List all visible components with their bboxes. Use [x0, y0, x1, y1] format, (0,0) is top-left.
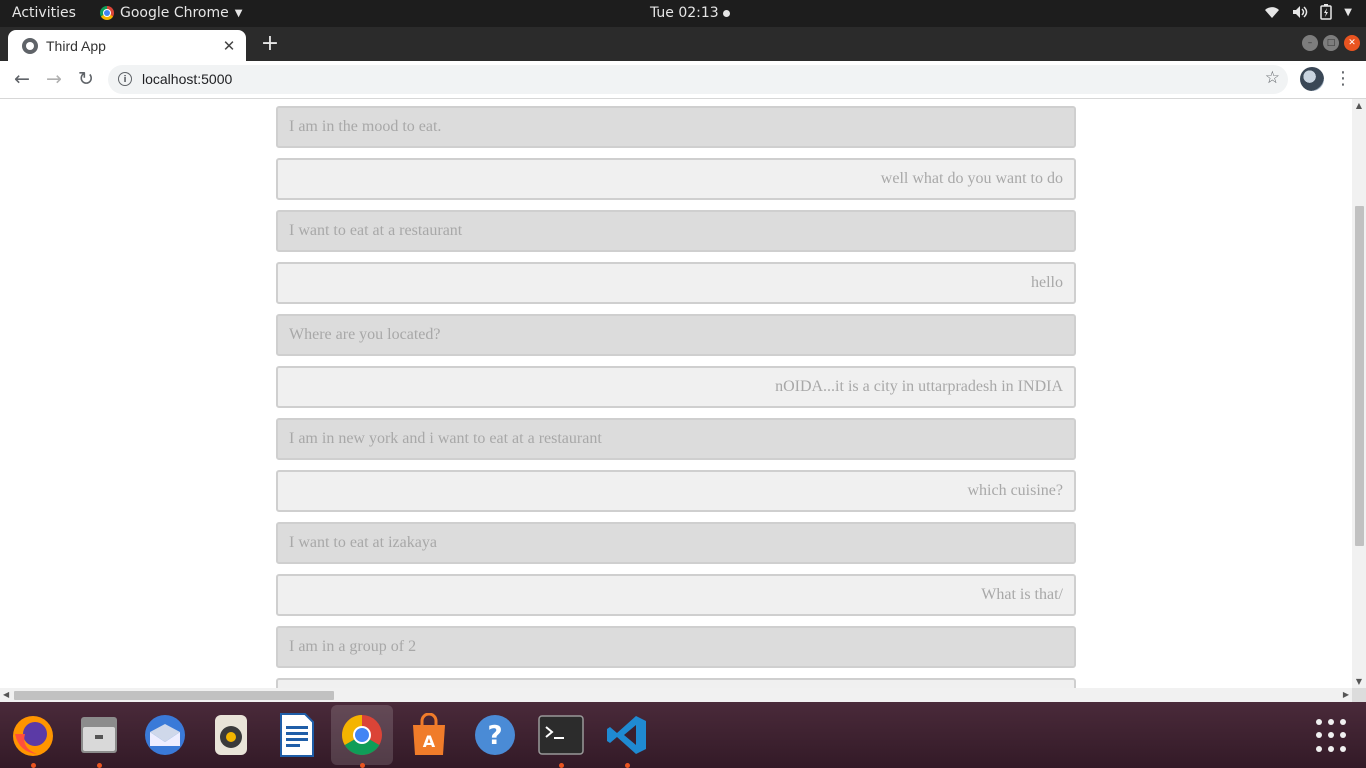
bot-message: well what do you want to do — [276, 158, 1076, 200]
running-indicator — [625, 763, 630, 768]
dock-terminal[interactable] — [537, 711, 585, 768]
user-message: Where are you located? — [276, 314, 1076, 356]
activities-button[interactable]: Activities — [12, 5, 76, 21]
files-icon — [81, 717, 117, 753]
url-text: localhost:5000 — [142, 71, 233, 87]
scroll-up-icon[interactable]: ▲ — [1352, 101, 1366, 110]
running-indicator — [31, 763, 36, 768]
page-content: I am in the mood to eat. well what do you… — [0, 99, 1352, 688]
reload-button[interactable]: ↻ — [74, 67, 98, 91]
dock-libreoffice-writer[interactable] — [273, 711, 321, 759]
info-icon[interactable]: i — [118, 72, 132, 86]
more-menu-icon[interactable]: ⋮ — [1334, 67, 1352, 91]
libreoffice-writer-icon — [280, 713, 314, 757]
chrome-icon — [342, 715, 382, 755]
tab-third-app[interactable]: Third App ✕ — [8, 30, 246, 61]
maximize-button[interactable]: □ — [1323, 35, 1339, 51]
battery-icon — [1320, 4, 1333, 20]
thunderbird-icon — [145, 715, 185, 755]
new-tab-button[interactable]: + — [258, 30, 282, 58]
svg-text:?: ? — [487, 721, 502, 751]
tab-title: Third App — [46, 37, 106, 54]
user-message: I am in the mood to eat. — [276, 106, 1076, 148]
dock-files[interactable] — [75, 711, 123, 768]
dock: A ? — [0, 702, 1366, 768]
notification-dot-icon — [722, 9, 730, 17]
window-controls: – □ ✕ — [1302, 35, 1360, 51]
bot-message: hello — [276, 262, 1076, 304]
volume-icon — [1293, 6, 1308, 18]
running-indicator — [97, 763, 102, 768]
app-menu[interactable]: Google Chrome ▼ — [100, 5, 242, 21]
dock-vscode[interactable] — [603, 711, 651, 768]
firefox-icon — [13, 716, 53, 756]
dock-help[interactable]: ? — [471, 711, 519, 759]
gnome-top-bar: Activities Google Chrome ▼ Tue 02:13 ▼ — [0, 0, 1366, 27]
back-button[interactable]: ← — [10, 67, 34, 91]
vertical-scroll-thumb[interactable] — [1355, 206, 1364, 546]
dock-software-center[interactable]: A — [405, 711, 453, 759]
vertical-scrollbar[interactable]: ▲ ▼ — [1352, 99, 1366, 688]
scroll-right-icon[interactable]: ▶ — [1343, 688, 1349, 702]
user-message: I am in a group of 2 — [276, 626, 1076, 668]
scroll-left-icon[interactable]: ◀ — [3, 688, 9, 702]
svg-text:A: A — [423, 732, 436, 751]
clock[interactable]: Tue 02:13 — [650, 5, 730, 21]
user-message: I want to eat at a restaurant — [276, 210, 1076, 252]
vscode-icon — [607, 716, 646, 754]
dock-thunderbird[interactable] — [141, 711, 189, 759]
wifi-icon — [1265, 7, 1280, 18]
close-tab-icon[interactable]: ✕ — [220, 37, 238, 55]
system-menu-chevron-icon: ▼ — [1344, 6, 1352, 18]
dock-chrome[interactable] — [331, 705, 393, 768]
profile-avatar[interactable] — [1300, 67, 1324, 91]
chrome-icon — [100, 6, 114, 20]
minimize-button[interactable]: – — [1302, 35, 1318, 51]
horizontal-scroll-thumb[interactable] — [14, 691, 334, 700]
address-bar[interactable]: i localhost:5000 ☆ — [108, 65, 1288, 94]
bot-message: which cuisine? — [276, 470, 1076, 512]
user-message: I am in new york and i want to eat at a … — [276, 418, 1076, 460]
running-indicator — [559, 763, 564, 768]
browser-toolbar: ← → ↻ i localhost:5000 ☆ ⋮ — [0, 61, 1366, 99]
show-applications-button[interactable] — [1316, 719, 1350, 753]
globe-icon — [22, 37, 38, 54]
scroll-down-icon[interactable]: ▼ — [1352, 677, 1366, 686]
forward-button[interactable]: → — [42, 67, 66, 91]
running-indicator — [360, 763, 365, 768]
bot-message: What is that/ — [276, 574, 1076, 616]
dock-rhythmbox[interactable] — [207, 711, 255, 759]
bookmark-star-icon[interactable]: ☆ — [1265, 68, 1280, 88]
bot-message: nOIDA...it is a city in uttarpradesh in … — [276, 366, 1076, 408]
help-icon: ? — [475, 715, 515, 755]
bot-message — [276, 678, 1076, 688]
close-window-button[interactable]: ✕ — [1344, 35, 1360, 51]
user-message: I want to eat at izakaya — [276, 522, 1076, 564]
chevron-down-icon: ▼ — [234, 7, 243, 19]
scrollbar-corner — [1352, 688, 1366, 702]
software-center-icon: A — [413, 713, 445, 755]
horizontal-scrollbar[interactable]: ◀ ▶ — [0, 688, 1352, 702]
rhythmbox-icon — [215, 715, 247, 755]
clock-label: Tue 02:13 — [650, 5, 719, 21]
terminal-icon — [538, 715, 584, 755]
dock-firefox[interactable] — [9, 711, 57, 768]
app-menu-label: Google Chrome — [120, 5, 229, 21]
system-tray[interactable]: ▼ — [1264, 4, 1352, 20]
tab-strip: Third App ✕ + – □ ✕ — [0, 27, 1366, 61]
